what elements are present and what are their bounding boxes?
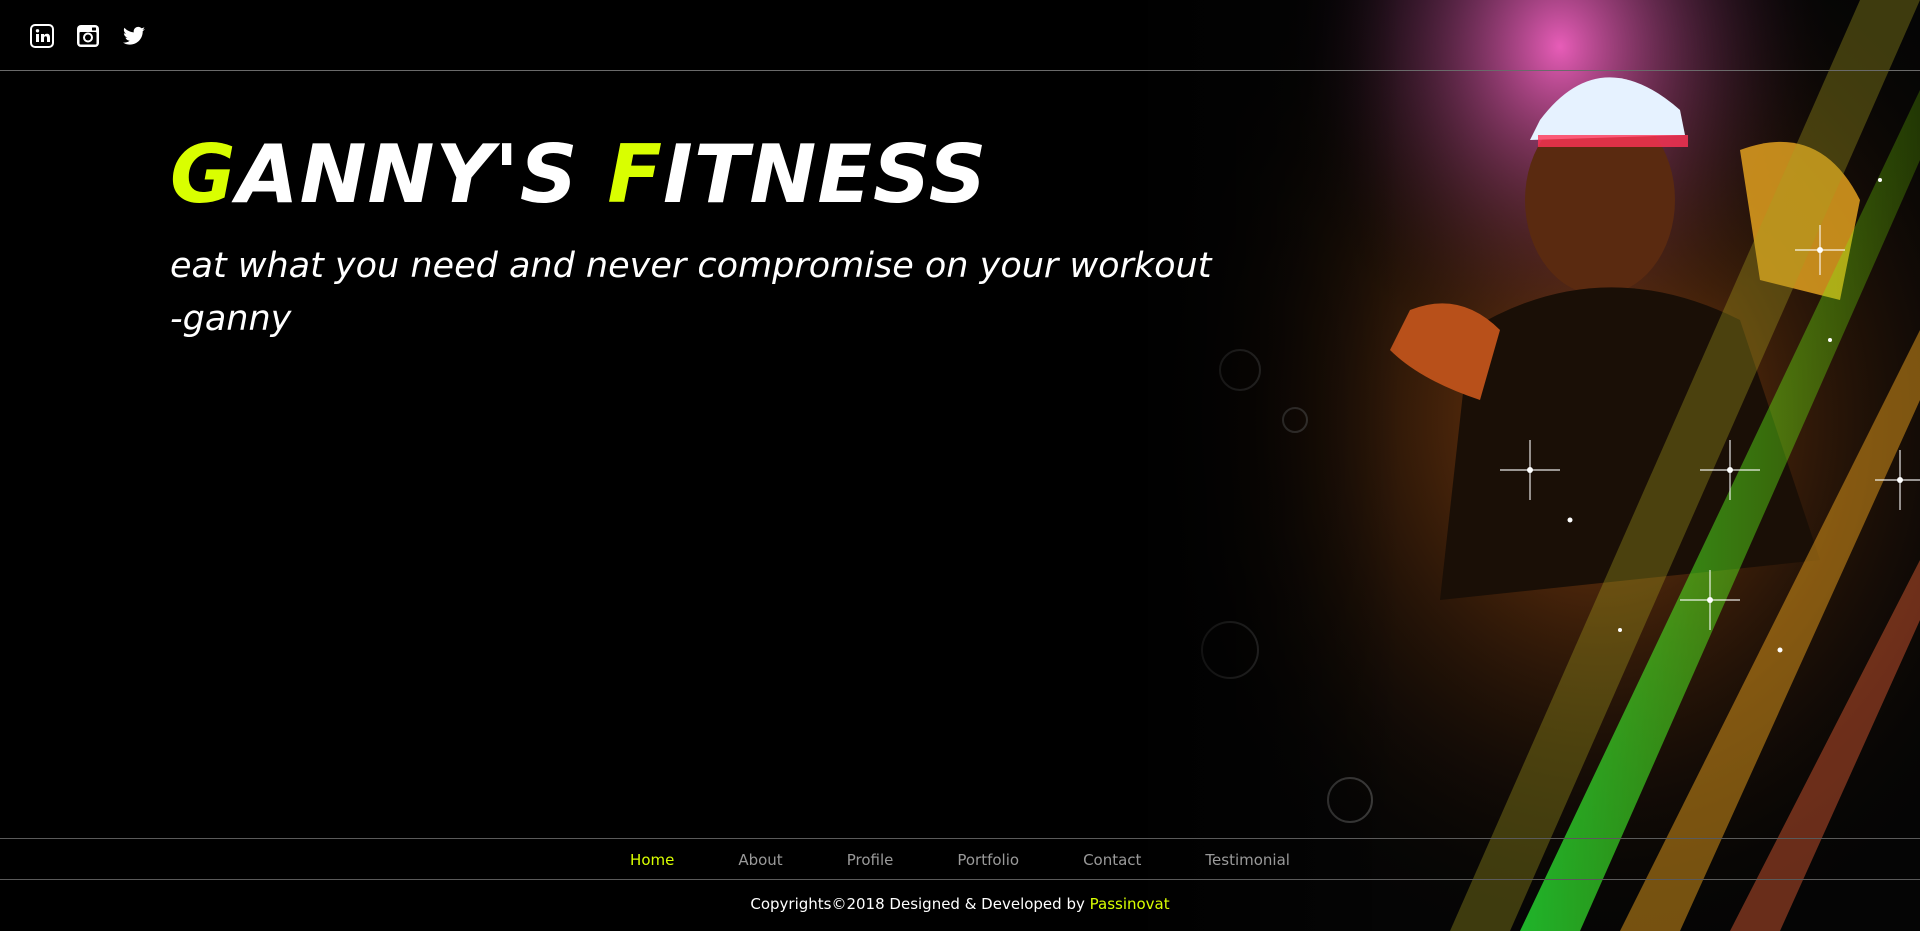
developer-link[interactable]: Passinovat bbox=[1090, 895, 1170, 913]
social-links bbox=[30, 24, 146, 48]
top-bar bbox=[0, 0, 1920, 71]
main-nav: Home About Profile Portfolio Contact Tes… bbox=[0, 838, 1920, 880]
copyright-text: Copyrights©2018 Designed & Developed by bbox=[750, 895, 1090, 913]
nav-item-contact[interactable]: Contact bbox=[1083, 851, 1141, 869]
linkedin-icon[interactable] bbox=[30, 24, 54, 48]
brand-initial-f: F bbox=[607, 128, 664, 221]
nav-item-profile[interactable]: Profile bbox=[847, 851, 894, 869]
nav-item-about[interactable]: About bbox=[738, 851, 782, 869]
quote-line-1: eat what you need and never compromise o… bbox=[170, 246, 1212, 286]
brand-text-2: ITNESS bbox=[663, 128, 988, 221]
hero-quote: eat what you need and never compromise o… bbox=[170, 240, 1211, 346]
hero-image bbox=[1120, 0, 1920, 931]
footer: Copyrights©2018 Designed & Developed by … bbox=[0, 895, 1920, 913]
quote-author: -ganny bbox=[170, 299, 292, 339]
twitter-icon[interactable] bbox=[122, 24, 146, 48]
brand-initial-g: G bbox=[170, 128, 237, 221]
nav-item-portfolio[interactable]: Portfolio bbox=[957, 851, 1019, 869]
nav-item-home[interactable]: Home bbox=[630, 851, 674, 869]
page-title: GANNY'S FITNESS bbox=[170, 128, 987, 221]
brand-text-1: ANNY'S bbox=[236, 128, 608, 221]
nav-item-testimonial[interactable]: Testimonial bbox=[1205, 851, 1290, 869]
instagram-icon[interactable] bbox=[76, 24, 100, 48]
